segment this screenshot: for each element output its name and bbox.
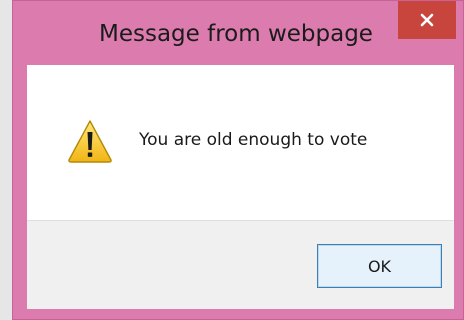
close-icon <box>420 13 434 27</box>
dialog-title: Message from webpage <box>99 21 373 47</box>
title-bar[interactable]: Message from webpage <box>13 1 463 65</box>
ok-button-label: OK <box>367 256 392 276</box>
message-dialog: Message from webpage You are old enough … <box>12 0 464 320</box>
dialog-body: You are old enough to vote OK <box>27 65 454 309</box>
close-button[interactable] <box>398 1 456 39</box>
warning-icon <box>68 120 112 163</box>
message-area: You are old enough to vote <box>27 65 454 220</box>
dialog-message: You are old enough to vote <box>139 130 368 150</box>
button-bar: OK <box>27 220 454 309</box>
ok-button[interactable]: OK <box>317 244 442 288</box>
background-strip <box>0 0 12 320</box>
